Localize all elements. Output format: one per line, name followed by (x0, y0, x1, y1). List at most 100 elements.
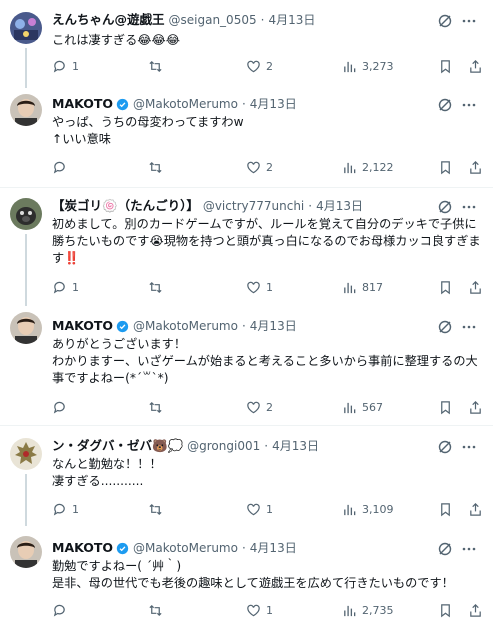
like-button[interactable]: 2 (246, 59, 273, 74)
heart-icon (247, 503, 260, 516)
share-button[interactable] (468, 603, 483, 618)
views-button[interactable]: 567 (342, 400, 383, 415)
reply-button[interactable] (52, 160, 72, 175)
handle[interactable]: @MakotoMerumo (133, 540, 238, 556)
more-icon[interactable] (461, 439, 477, 455)
more-icon[interactable] (461, 199, 477, 215)
reply-icon (53, 604, 65, 617)
timestamp[interactable]: 4月13日 (268, 12, 315, 28)
grok-icon[interactable] (437, 541, 453, 557)
display-name[interactable]: MAKOTO (52, 540, 113, 556)
reply-button[interactable] (52, 603, 72, 618)
tweet-3[interactable]: 【炭ゴリ🍥（たんごり）】 @victry777unchi · 4月13日 初めま… (0, 188, 493, 306)
share-icon (470, 503, 481, 516)
bookmark-button[interactable] (438, 400, 453, 415)
display-name[interactable]: MAKOTO (52, 96, 113, 112)
bookmark-button[interactable] (438, 160, 453, 175)
thread-connector (25, 48, 27, 88)
retweet-button[interactable] (148, 59, 168, 74)
like-button[interactable]: 1 (246, 280, 273, 295)
reply-button[interactable]: 1 (52, 280, 79, 295)
like-button[interactable]: 2 (246, 400, 273, 415)
handle[interactable]: @victry777unchi (203, 198, 304, 214)
display-name[interactable]: えんちゃん@遊戯王 (52, 12, 165, 28)
share-icon (470, 161, 481, 174)
more-icon[interactable] (461, 13, 477, 29)
reply-button[interactable]: 1 (52, 59, 79, 74)
tweet-1[interactable]: えんちゃん@遊戯王 @seigan_0505 · 4月13日 これは凄すぎる😂😂… (0, 0, 493, 88)
like-button[interactable]: 2 (246, 160, 273, 175)
action-bar: 2 567 (44, 400, 485, 418)
handle[interactable]: @MakotoMerumo (133, 318, 238, 334)
views-button[interactable]: 3,273 (342, 59, 394, 74)
reply-button[interactable]: 1 (52, 502, 79, 517)
tweet-4[interactable]: MAKOTO @MakotoMerumo · 4月13日 ありがとうございます！… (0, 306, 493, 424)
timestamp[interactable]: 4月13日 (250, 96, 297, 112)
timestamp[interactable]: 4月13日 (272, 438, 319, 454)
views-button[interactable]: 2,735 (342, 603, 394, 618)
retweet-button[interactable] (148, 400, 168, 415)
tweet-text: やっぱ、うちの母変わってますわw ↑いい意味 (52, 115, 244, 146)
share-button[interactable] (468, 160, 483, 175)
views-count: 567 (362, 401, 383, 414)
bookmark-button[interactable] (438, 603, 453, 618)
avatar[interactable] (10, 12, 42, 44)
avatar[interactable] (10, 438, 42, 470)
separator: · (264, 439, 269, 453)
reply-count: 1 (72, 60, 79, 73)
reply-icon (53, 503, 65, 516)
reply-icon (53, 401, 65, 414)
tweet-header: 【炭ゴリ🍥（たんごり）】 @victry777unchi · 4月13日 (52, 198, 453, 214)
bookmark-button[interactable] (438, 59, 453, 74)
avatar[interactable] (10, 312, 42, 344)
share-button[interactable] (468, 280, 483, 295)
reply-icon (53, 161, 65, 174)
retweet-icon (149, 161, 162, 174)
share-icon (470, 604, 481, 617)
handle[interactable]: @grongi001 (187, 438, 260, 454)
tweet-5[interactable]: ン・ダグバ・ゼバ🐻💭 @grongi001 · 4月13日 なんと勤勉な！！！ … (0, 426, 493, 526)
avatar[interactable] (10, 536, 42, 568)
display-name[interactable]: MAKOTO (52, 318, 113, 334)
handle[interactable]: @MakotoMerumo (133, 96, 238, 112)
bookmark-button[interactable] (438, 280, 453, 295)
avatar[interactable] (10, 94, 42, 126)
separator: · (260, 13, 265, 27)
retweet-button[interactable] (148, 502, 168, 517)
timestamp[interactable]: 4月13日 (250, 540, 297, 556)
views-button[interactable]: 3,109 (342, 502, 394, 517)
verified-badge-icon (116, 320, 129, 332)
like-count: 1 (266, 281, 273, 294)
tweet-2[interactable]: MAKOTO @MakotoMerumo · 4月13日 やっぱ、うちの母変わっ… (0, 88, 493, 188)
handle[interactable]: @seigan_0505 (169, 12, 257, 28)
views-button[interactable]: 2,122 (342, 160, 394, 175)
views-button[interactable]: 817 (342, 280, 383, 295)
bookmark-icon (441, 281, 450, 295)
like-button[interactable]: 1 (246, 502, 273, 517)
share-button[interactable] (468, 400, 483, 415)
retweet-button[interactable] (148, 280, 168, 295)
like-count: 1 (266, 503, 273, 516)
bookmark-icon (441, 161, 450, 175)
like-button[interactable]: 1 (246, 603, 273, 618)
retweet-button[interactable] (148, 160, 168, 175)
more-icon[interactable] (461, 319, 477, 335)
grok-icon[interactable] (437, 199, 453, 215)
bookmark-button[interactable] (438, 502, 453, 517)
retweet-button[interactable] (148, 603, 168, 618)
share-button[interactable] (468, 59, 483, 74)
tweet-6[interactable]: MAKOTO @MakotoMerumo · 4月13日 勤勉ですよねー( ´艸… (0, 526, 493, 638)
display-name[interactable]: ン・ダグバ・ゼバ🐻💭 (52, 438, 183, 454)
more-icon[interactable] (461, 97, 477, 113)
reply-button[interactable] (52, 400, 72, 415)
grok-icon[interactable] (437, 97, 453, 113)
grok-icon[interactable] (437, 319, 453, 335)
grok-icon[interactable] (437, 13, 453, 29)
timestamp[interactable]: 4月13日 (250, 318, 297, 334)
more-icon[interactable] (461, 541, 477, 557)
share-button[interactable] (468, 502, 483, 517)
avatar[interactable] (10, 198, 42, 230)
timestamp[interactable]: 4月13日 (316, 198, 363, 214)
grok-icon[interactable] (437, 439, 453, 455)
display-name[interactable]: 【炭ゴリ🍥（たんごり）】 (52, 198, 199, 214)
